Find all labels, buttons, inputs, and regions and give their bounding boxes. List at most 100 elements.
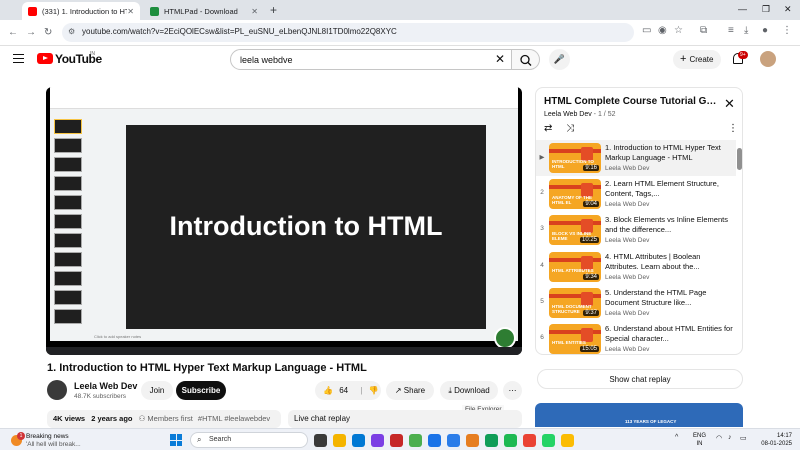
close-icon[interactable]: ✕ bbox=[251, 7, 258, 16]
playlist-item[interactable]: ▶ INTRODUCTION TO HTML 9:16 1. Introducti… bbox=[536, 140, 736, 177]
clear-search-icon[interactable]: ✕ bbox=[495, 52, 505, 66]
close-playlist-icon[interactable]: ✕ bbox=[724, 96, 735, 112]
url-field[interactable]: ⚙ youtube.com/watch?v=2EciQOlECsw&list=P… bbox=[62, 23, 634, 42]
download-icon: ⤓ bbox=[448, 386, 452, 395]
thumbs-down-icon[interactable]: 👎 bbox=[369, 386, 379, 395]
spotify-icon[interactable] bbox=[504, 434, 517, 447]
whatsapp-icon[interactable] bbox=[542, 434, 555, 447]
wifi-icon[interactable]: ◠ bbox=[716, 434, 722, 442]
profile-icon[interactable]: ● bbox=[762, 25, 768, 36]
playlist-channel[interactable]: Leela Web Dev bbox=[544, 111, 592, 118]
show-chat-replay-button[interactable]: Show chat replay bbox=[537, 369, 743, 389]
task-view-icon[interactable] bbox=[314, 434, 327, 447]
loop-icon[interactable]: ⇄ bbox=[544, 123, 552, 134]
channel-watermark-icon bbox=[494, 327, 516, 349]
menu-dots-icon[interactable]: ⋮ bbox=[782, 25, 792, 36]
download-icon[interactable]: ⤓ bbox=[744, 25, 748, 36]
join-button[interactable]: Join bbox=[141, 381, 173, 400]
search-button[interactable] bbox=[512, 49, 540, 70]
snapchat-icon[interactable] bbox=[561, 434, 574, 447]
plus-icon: + bbox=[680, 53, 687, 65]
site-info-icon[interactable]: ⚙ bbox=[68, 27, 75, 36]
playlist-items: ▶ INTRODUCTION TO HTML 9:16 1. Introducti… bbox=[536, 140, 736, 354]
search-input[interactable]: leela webdve ✕ bbox=[230, 49, 512, 70]
app-icon[interactable] bbox=[485, 434, 498, 447]
voice-search-mic-icon[interactable]: 🎤 bbox=[549, 49, 570, 70]
channel-name[interactable]: Leela Web Dev bbox=[74, 381, 137, 391]
new-tab-plus-icon[interactable]: + bbox=[270, 3, 277, 17]
minimize-icon[interactable]: — bbox=[738, 4, 747, 14]
playlist-item[interactable]: 6 HTML ENTITIES 15:05 6. Understand about… bbox=[536, 321, 736, 354]
create-button[interactable]: + Create bbox=[673, 50, 721, 69]
close-icon[interactable]: ✕ bbox=[127, 7, 134, 16]
slide-thumb bbox=[54, 252, 82, 267]
duration: 9:16 bbox=[583, 165, 599, 171]
account-avatar[interactable] bbox=[760, 51, 776, 67]
description-box[interactable]: 4K views 2 years ago ⚇ Members first #HT… bbox=[47, 410, 281, 428]
subscribe-button[interactable]: Subscribe bbox=[176, 381, 226, 400]
tab-htmlpad[interactable]: HTMLPad - Download ✕ bbox=[144, 2, 264, 20]
channel-avatar[interactable] bbox=[47, 380, 67, 400]
tray-chevron-icon[interactable]: ^ bbox=[675, 434, 678, 441]
copilot-icon[interactable] bbox=[333, 434, 346, 447]
eye-off-icon[interactable]: ◉ bbox=[658, 25, 667, 36]
share-label: Share bbox=[403, 386, 426, 395]
playlist-title[interactable]: HTML Complete Course Tutorial Gui... bbox=[544, 96, 719, 107]
store-icon[interactable] bbox=[428, 434, 441, 447]
window-close-icon[interactable]: ✕ bbox=[784, 4, 792, 15]
slide-thumb bbox=[54, 119, 82, 134]
live-chat-replay-tab[interactable]: Live chat replay bbox=[288, 410, 522, 428]
mail-icon[interactable] bbox=[352, 434, 365, 447]
edge-icon[interactable] bbox=[409, 434, 422, 447]
divider: | bbox=[360, 386, 363, 395]
battery-icon[interactable]: ▭ bbox=[740, 434, 747, 442]
youtube-logo-icon[interactable] bbox=[37, 53, 53, 64]
share-button[interactable]: ↗ Share bbox=[386, 381, 434, 400]
playlist-item[interactable]: 5 HTML DOCUMENT STRUCTURE 9:37 5. Underst… bbox=[536, 285, 736, 321]
tab-youtube[interactable]: (331) 1. Introduction to HTML ✕ bbox=[22, 2, 140, 20]
windows-start-icon[interactable] bbox=[170, 434, 182, 446]
item-channel: Leela Web Dev bbox=[605, 273, 650, 281]
playlist-item[interactable]: 3 BLOCK VS INLINE ELEME 10:25 3. Block El… bbox=[536, 212, 736, 248]
chrome-icon[interactable] bbox=[523, 434, 536, 447]
star-icon[interactable]: ☆ bbox=[674, 25, 683, 36]
language-indicator[interactable]: ENG IN bbox=[693, 432, 706, 448]
shuffle-icon[interactable]: ⤨ bbox=[566, 123, 574, 134]
download-button[interactable]: ⤓ Download bbox=[440, 381, 498, 400]
sidebar-ad-banner[interactable]: 113 YEARS OF LEGACY bbox=[535, 403, 743, 427]
system-clock[interactable]: 14:17 08-01-2025 bbox=[756, 432, 792, 448]
taskbar-search-input[interactable]: ⌕ Search bbox=[190, 432, 308, 448]
maximize-icon[interactable]: ❐ bbox=[762, 4, 770, 15]
item-index: 2 bbox=[540, 189, 544, 197]
office-icon[interactable] bbox=[390, 434, 403, 447]
app-icon[interactable] bbox=[447, 434, 460, 447]
slide-thumb bbox=[54, 176, 82, 191]
volume-icon[interactable]: ♪ bbox=[728, 434, 732, 441]
thumbs-up-icon[interactable]: 👍 bbox=[323, 386, 333, 395]
back-arrow-icon[interactable]: ← bbox=[8, 27, 18, 38]
playlist-scrollbar[interactable] bbox=[737, 148, 742, 170]
playlist-panel: HTML Complete Course Tutorial Gui... Lee… bbox=[535, 87, 743, 355]
hashtags[interactable]: #HTML #leelawebdev bbox=[198, 414, 270, 423]
playlist-menu-icon[interactable]: ⋮ bbox=[728, 123, 738, 134]
browser-tab-strip: (331) 1. Introduction to HTML ✕ HTMLPad … bbox=[0, 0, 800, 20]
file-explorer-icon[interactable] bbox=[466, 434, 479, 447]
playlist-item[interactable]: 2 ANATOMY OF THE HTML EL 9:04 2. Learn HT… bbox=[536, 176, 736, 212]
playlist-item[interactable]: 4 HTML ATTRIBUTES 9:34 4. HTML Attributes… bbox=[536, 249, 736, 285]
forward-arrow-icon[interactable]: → bbox=[26, 27, 36, 38]
item-channel: Leela Web Dev bbox=[605, 237, 650, 245]
video-player[interactable]: Introduction to HTML Click to add speake… bbox=[46, 87, 522, 355]
news-badge: 1 bbox=[17, 432, 25, 440]
reload-icon[interactable]: ↻ bbox=[44, 27, 52, 38]
tab-search-icon[interactable]: ≡ bbox=[728, 25, 734, 36]
app-icon[interactable] bbox=[371, 434, 384, 447]
hamburger-menu-icon[interactable] bbox=[13, 54, 24, 63]
clock-date: 08-01-2025 bbox=[761, 441, 792, 447]
extensions-icon[interactable]: ⧉ bbox=[700, 25, 707, 36]
item-thumbnail: HTML DOCUMENT STRUCTURE 9:37 bbox=[549, 287, 601, 318]
more-actions-icon[interactable]: ⋯ bbox=[503, 381, 522, 400]
slide-thumb bbox=[54, 309, 82, 324]
duration: 9:34 bbox=[583, 273, 599, 280]
cast-icon[interactable]: ▭ bbox=[642, 25, 651, 36]
like-count[interactable]: 64 bbox=[339, 386, 348, 395]
